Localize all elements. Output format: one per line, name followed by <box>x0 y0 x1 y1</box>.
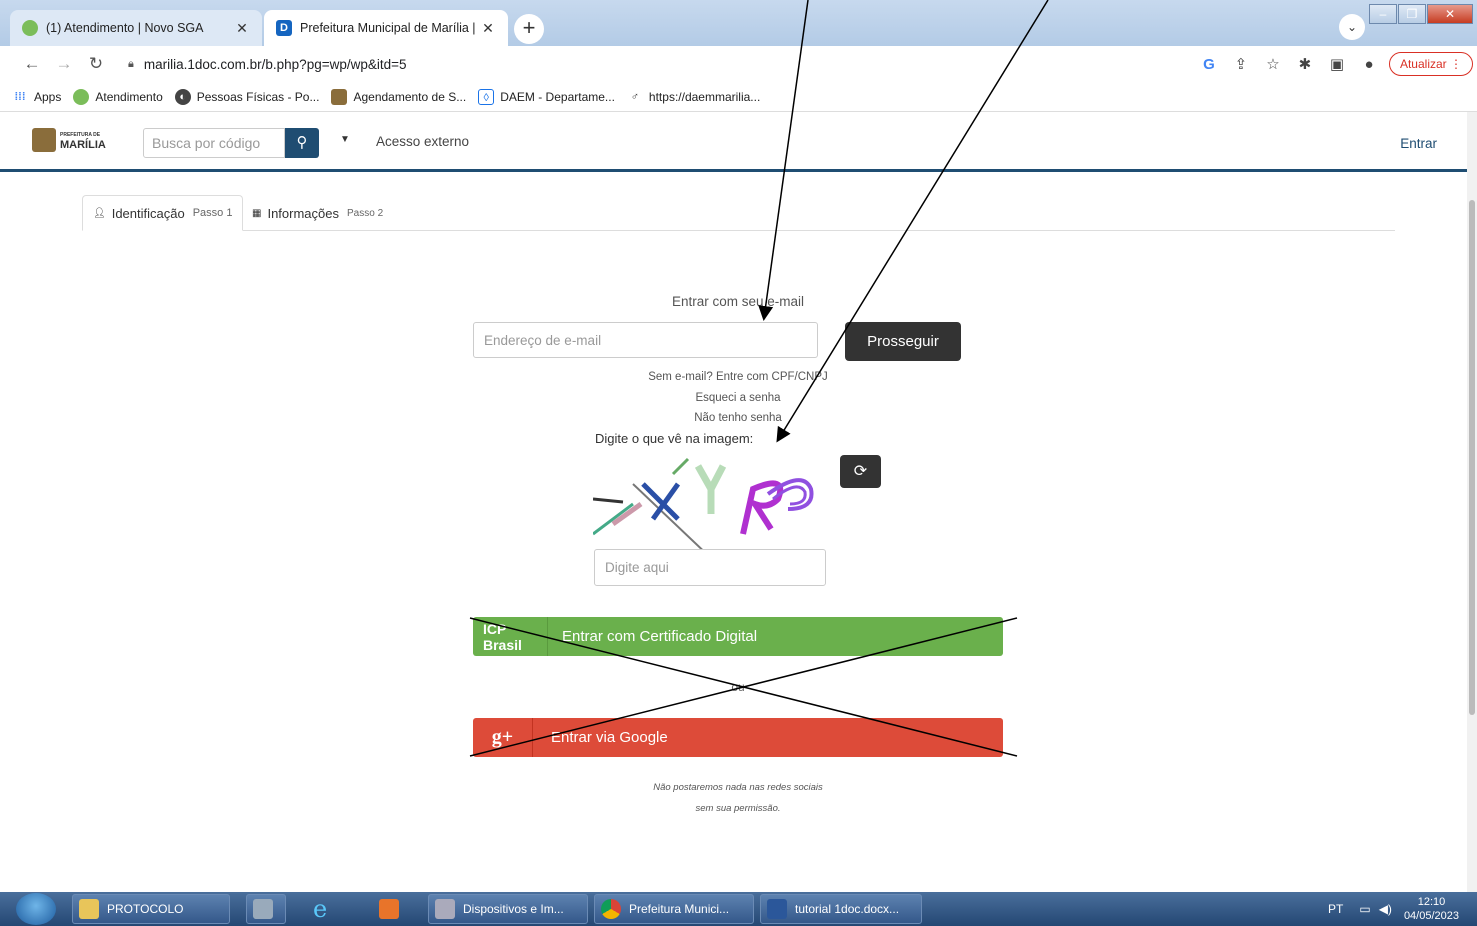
search-button[interactable]: ⚲ <box>285 128 319 158</box>
page-content: PREFEITURA DE MARÍLIA ⚲ ▼ Acesso externo… <box>0 112 1467 892</box>
icp-brasil-icon: ICP Brasil <box>473 617 548 656</box>
user-icon: 👤︎ <box>93 207 106 219</box>
code-search: ⚲ <box>143 128 319 158</box>
tab-search-icon[interactable]: ⌄ <box>1339 14 1365 40</box>
update-button[interactable]: Atualizar ⋮ <box>1388 52 1473 76</box>
external-access-link[interactable]: Acesso externo <box>376 134 469 149</box>
address-bar[interactable]: 🔒︎ marilia.1doc.com.br/b.php?pg=wp/wp&it… <box>120 50 1180 78</box>
bookmark-star-icon[interactable]: ☆ <box>1257 55 1289 73</box>
bookmark-daem[interactable]: ◊ DAEM - Departame... <box>478 88 615 105</box>
no-email-link[interactable]: Sem e-mail? Entre com CPF/CNPJ <box>473 371 1003 383</box>
extensions-icon[interactable]: ✱ <box>1289 55 1321 73</box>
taskbar-item-dispositivos[interactable]: Dispositivos e Im... <box>428 894 588 924</box>
google-login-button[interactable]: g+ Entrar via Google <box>473 718 1003 757</box>
clock[interactable]: 12:10 04/05/2023 <box>1404 895 1459 923</box>
no-password-link[interactable]: Não tenho senha <box>473 412 1003 424</box>
windows-taskbar: PROTOCOLO e Dispositivos e Im... Prefeit… <box>0 892 1477 926</box>
word-icon <box>767 899 787 919</box>
marilia-logo[interactable]: PREFEITURA DE MARÍLIA <box>32 128 106 152</box>
tab-identificacao[interactable]: 👤︎ Identificação Passo 1 <box>82 195 244 231</box>
login-link[interactable]: Entrar <box>1400 136 1437 151</box>
google-translate-icon[interactable]: G <box>1193 56 1225 73</box>
globe-icon: ◐ <box>174 88 191 105</box>
window-close-icon[interactable]: ✕ <box>1427 4 1473 24</box>
login-title: Entrar com seu e-mail <box>671 294 805 309</box>
browser-toolbar: ← → ↻ 🔒︎ marilia.1doc.com.br/b.php?pg=wp… <box>0 46 1477 82</box>
bookmark-pessoas-fisicas[interactable]: ◐ Pessoas Físicas - Po... <box>174 88 319 105</box>
share-icon[interactable]: ⇪ <box>1225 55 1257 73</box>
or-separator: ou <box>731 680 745 694</box>
profile-avatar-icon[interactable]: ● <box>1353 56 1385 73</box>
bookmark-atendimento[interactable]: Atendimento <box>73 88 163 105</box>
close-tab-icon[interactable]: ✕ <box>480 20 496 37</box>
back-icon[interactable]: ← <box>16 54 48 74</box>
code-search-input[interactable] <box>143 128 285 158</box>
lock-icon: 🔒︎ <box>128 57 134 70</box>
url-text: marilia.1doc.com.br/b.php?pg=wp/wp&itd=5 <box>143 56 407 72</box>
taskbar-item-calculator[interactable] <box>246 894 286 924</box>
internet-explorer-icon: e <box>313 895 328 923</box>
site-navbar: PREFEITURA DE MARÍLIA ⚲ ▼ Acesso externo… <box>0 112 1467 172</box>
proceed-button[interactable]: Prosseguir <box>845 322 961 361</box>
email-input[interactable] <box>473 322 818 358</box>
step-tabs: 👤︎ Identificação Passo 1 ▦ Informações P… <box>82 195 1395 231</box>
apps-grid-icon: ⁞⁞⁞ <box>14 90 26 103</box>
taskbar-item-protocolo[interactable]: PROTOCOLO <box>72 894 230 924</box>
tab-informacoes[interactable]: ▦ Informações Passo 2 <box>242 195 393 231</box>
leaf-icon: ♂ <box>630 90 640 103</box>
reload-icon[interactable]: ↻ <box>80 54 112 74</box>
captcha-image <box>593 457 814 552</box>
refresh-icon: ⟳ <box>853 463 868 480</box>
captcha-label: Digite o que vê na imagem: <box>595 431 754 446</box>
taskbar-item-media[interactable] <box>372 894 412 924</box>
window-controls: – ❐ ✕ <box>1368 4 1473 24</box>
bookmark-agendamento[interactable]: Agendamento de S... <box>331 88 466 105</box>
crest-icon <box>331 88 348 105</box>
certificate-login-button[interactable]: ICP Brasil Entrar com Certificado Digita… <box>473 617 1003 656</box>
forward-icon[interactable]: → <box>48 54 80 74</box>
taskbar-item-chrome[interactable]: Prefeitura Munici... <box>594 894 754 924</box>
sga-icon <box>73 88 90 105</box>
maximize-icon[interactable]: ❐ <box>1398 4 1426 24</box>
chrome-icon <box>601 899 621 919</box>
new-tab-button[interactable]: + <box>514 14 544 44</box>
bookmarks-bar: ⁞⁞⁞ Apps Atendimento ◐ Pessoas Físicas -… <box>0 82 1477 112</box>
bookmark-apps[interactable]: ⁞⁞⁞ Apps <box>12 89 62 105</box>
social-note-line2: sem sua permissão. <box>695 803 781 814</box>
language-indicator[interactable]: PT <box>1328 902 1343 916</box>
taskbar-item-word[interactable]: tutorial 1doc.docx... <box>760 894 922 924</box>
close-tab-icon[interactable]: ✕ <box>234 20 250 37</box>
captcha-input[interactable] <box>594 549 826 586</box>
browser-tab-prefeitura[interactable]: D Prefeitura Municipal de Marília | ✕ <box>264 10 508 46</box>
search-icon: ⚲ <box>296 134 308 151</box>
system-tray: PT ▭ ◀︎) 12:10 04/05/2023 <box>1328 892 1477 926</box>
grid-icon: ▦ <box>252 207 262 219</box>
devices-icon <box>435 899 455 919</box>
browser-tab-atendimento[interactable]: (1) Atendimento | Novo SGA ✕ <box>10 10 262 46</box>
folder-icon <box>79 899 99 919</box>
taskbar-item-ie[interactable]: e <box>306 894 354 924</box>
browser-tab-strip: (1) Atendimento | Novo SGA ✕ D Prefeitur… <box>0 0 1477 46</box>
volume-icon[interactable]: ◀︎) <box>1379 902 1392 916</box>
caret-down-icon[interactable]: ▼ <box>340 134 350 145</box>
minimize-icon[interactable]: – <box>1369 4 1397 24</box>
start-button[interactable] <box>16 893 56 925</box>
bookmark-daemmarilia[interactable]: ♂ https://daemmarilia... <box>627 89 761 105</box>
calculator-icon <box>253 899 273 919</box>
1doc-icon: D <box>276 20 292 36</box>
social-note-line1: Não postaremos nada nas redes sociais <box>653 782 823 793</box>
forgot-password-link[interactable]: Esqueci a senha <box>473 392 1003 404</box>
city-crest-icon <box>32 128 56 152</box>
side-panel-icon[interactable]: ▣ <box>1321 55 1353 73</box>
scrollbar-thumb[interactable] <box>1469 200 1475 715</box>
media-player-icon <box>379 899 399 919</box>
sga-icon <box>22 20 38 36</box>
network-icon[interactable]: ▭ <box>1359 902 1370 916</box>
refresh-captcha-button[interactable]: ⟳ <box>840 455 881 488</box>
drop-icon: ◊ <box>478 88 495 105</box>
google-plus-icon: g+ <box>473 718 533 757</box>
